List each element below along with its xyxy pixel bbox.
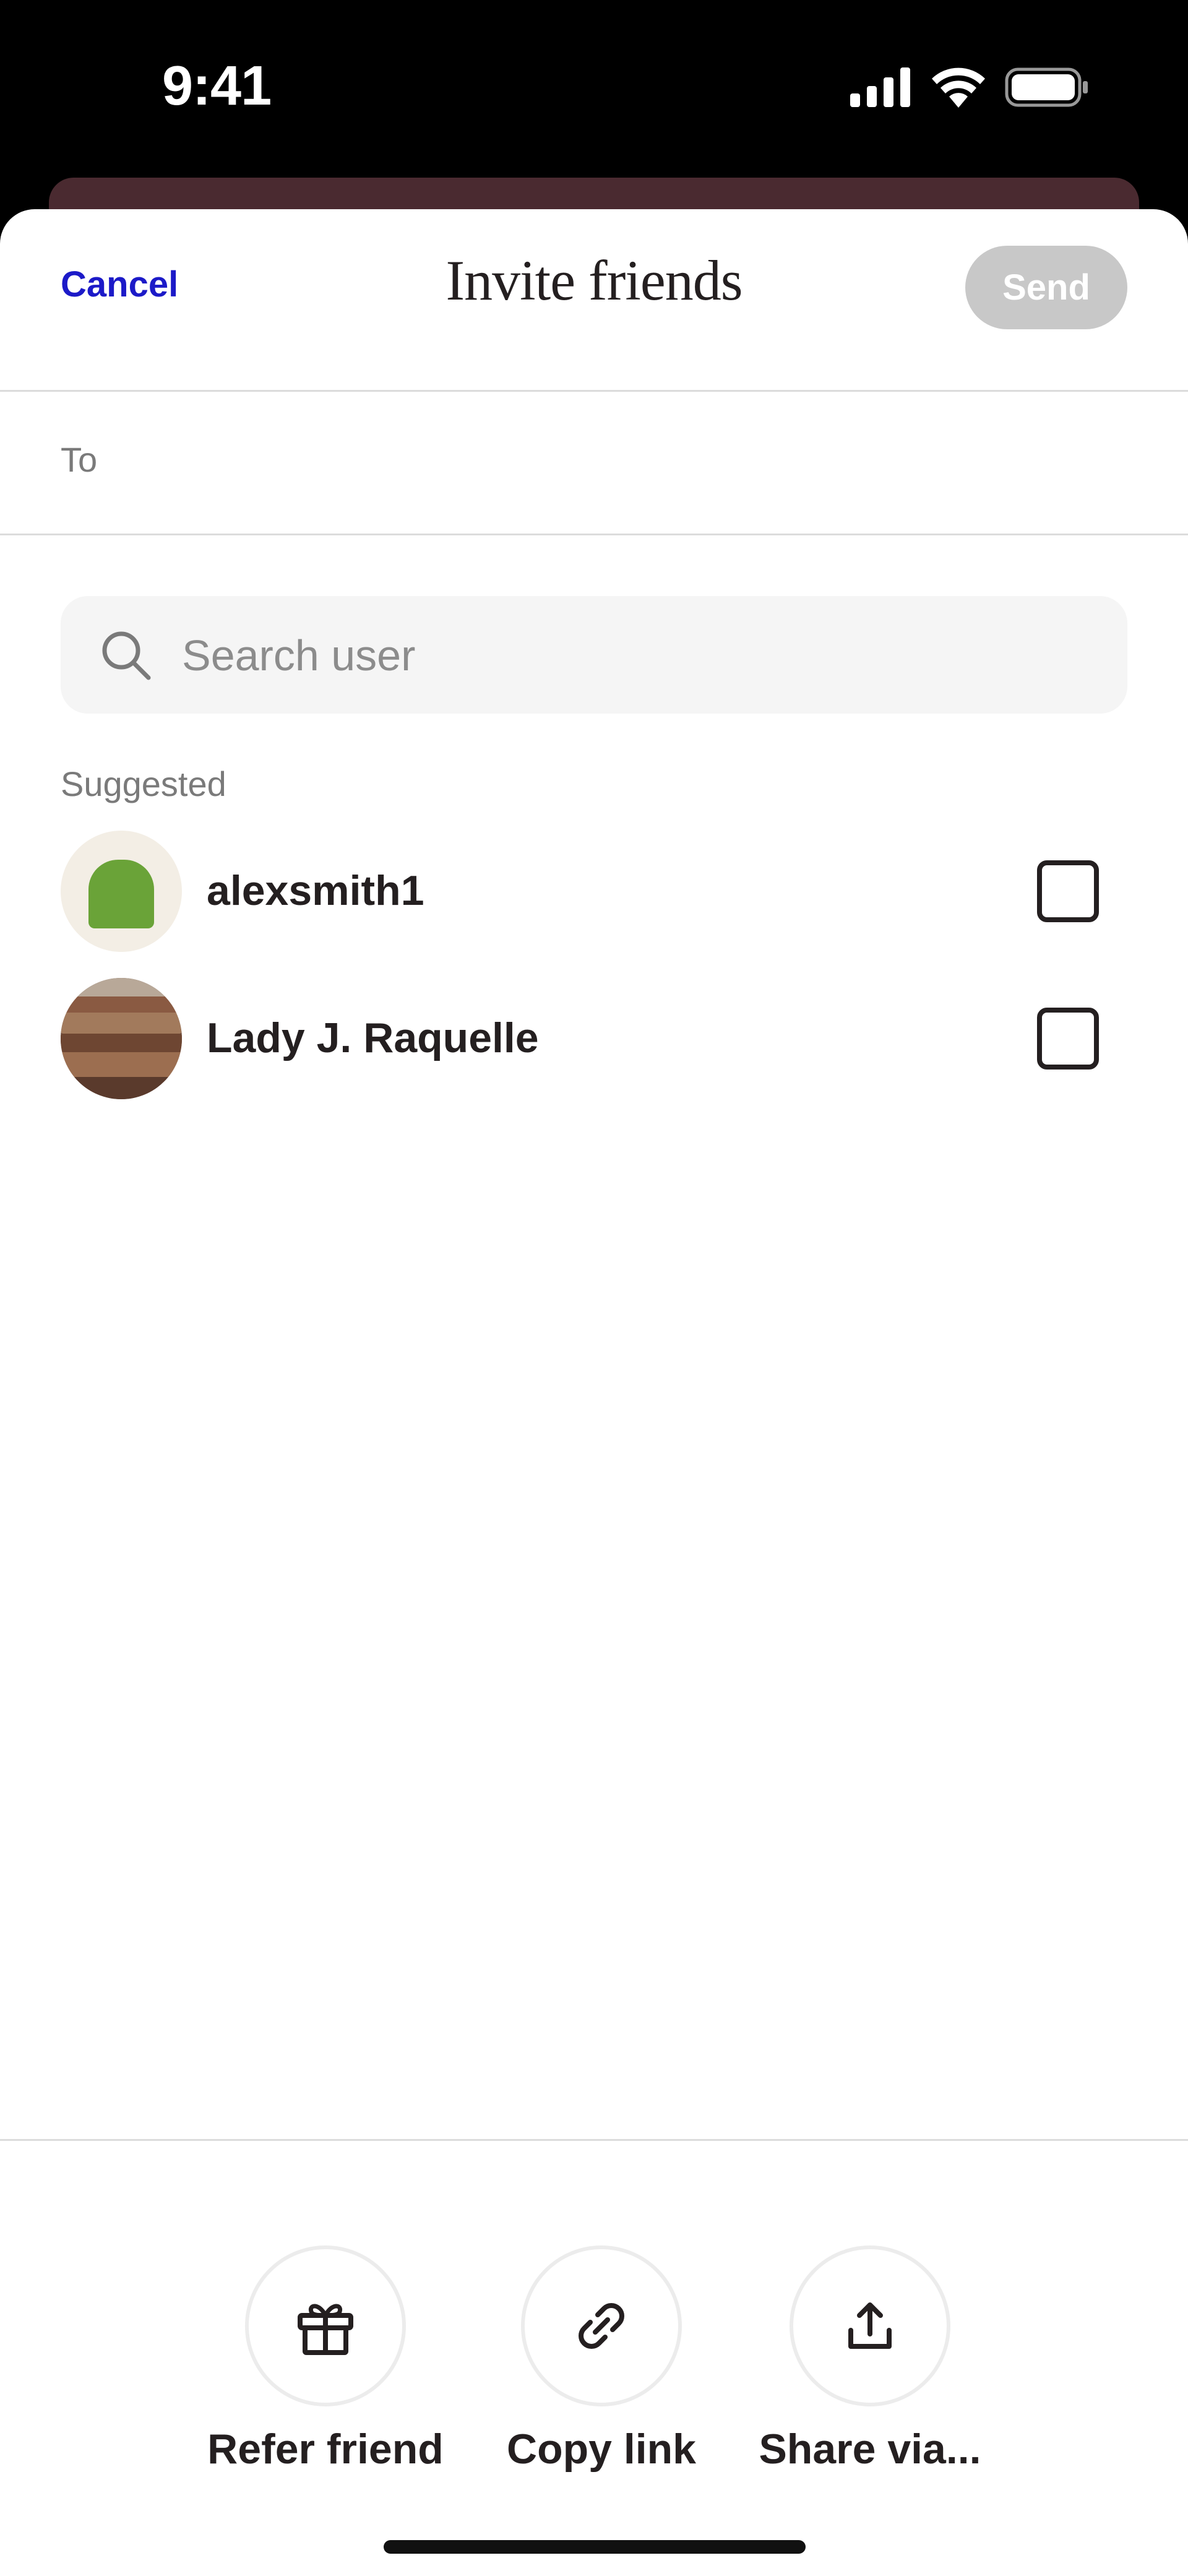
book-layer (61, 996, 182, 1013)
action-label: Copy link (506, 2426, 697, 2473)
book-layer (61, 978, 182, 996)
search-placeholder: Search user (182, 631, 416, 680)
search-icon (102, 631, 151, 680)
avatar (61, 831, 182, 952)
home-indicator[interactable] (384, 2540, 806, 2554)
action-circle[interactable] (521, 2245, 682, 2406)
status-bar: 9:41 (0, 0, 1188, 179)
battery-icon (1005, 67, 1088, 107)
to-field-divider (0, 534, 1188, 535)
status-icons (850, 67, 1089, 108)
action-circle[interactable] (245, 2245, 406, 2406)
sheet-header: Cancel Invite friends Send (0, 209, 1188, 390)
share-icon (848, 2302, 892, 2349)
action-label: Refer friend (207, 2426, 444, 2473)
book-layer (61, 1077, 182, 1099)
header-divider (0, 390, 1188, 392)
book-layer (61, 1052, 182, 1077)
list-item[interactable]: Lady J. Raquelle (61, 978, 1127, 1099)
action-label: Share via... (759, 2426, 981, 2473)
gift-icon (298, 2304, 353, 2355)
suggested-heading: Suggested (61, 764, 226, 803)
select-checkbox[interactable] (1037, 860, 1099, 922)
avatar (61, 978, 182, 1099)
book-layer (61, 1034, 182, 1052)
search-input[interactable]: Search user (61, 596, 1127, 714)
share-via-button[interactable]: Share via... (759, 2245, 981, 2493)
select-checkbox[interactable] (1037, 1008, 1099, 1070)
book-layer (61, 1013, 182, 1034)
to-field-label[interactable]: To (61, 439, 97, 480)
signal-icon (850, 67, 910, 107)
user-name: Lady J. Raquelle (207, 1014, 539, 1061)
refer-friend-button[interactable]: Refer friend (207, 2245, 444, 2493)
list-item[interactable]: alexsmith1 (61, 831, 1127, 952)
link-icon (579, 2303, 624, 2349)
send-button[interactable]: Send (965, 246, 1127, 329)
actions-divider (0, 2139, 1188, 2141)
action-circle[interactable] (790, 2245, 950, 2406)
status-time: 9:41 (162, 55, 272, 117)
invite-sheet: Cancel Invite friends Send To Search use… (0, 209, 1188, 2576)
green-shape-avatar (88, 860, 154, 928)
wifi-icon (932, 67, 985, 108)
user-name: alexsmith1 (207, 867, 424, 914)
copy-link-button[interactable]: Copy link (490, 2245, 713, 2493)
